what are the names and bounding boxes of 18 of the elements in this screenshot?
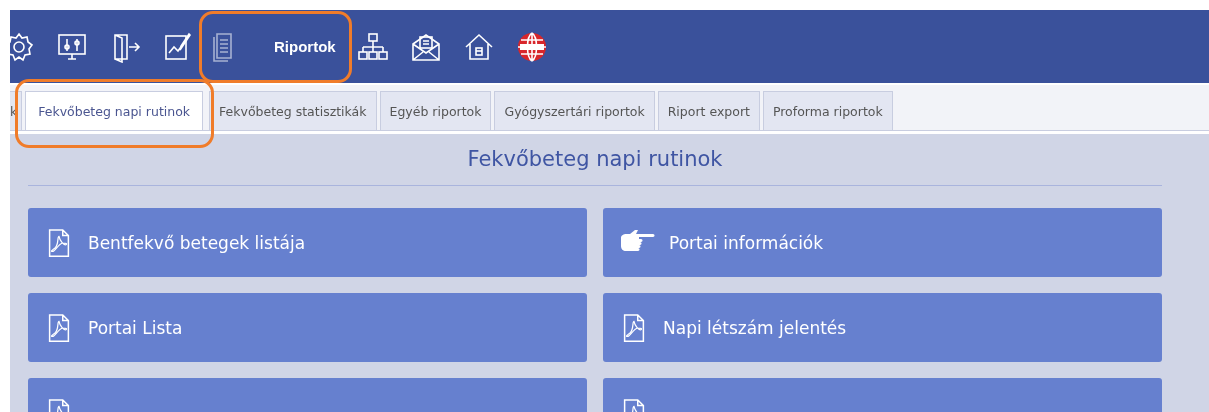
nav-item[interactable] xyxy=(356,30,389,63)
tab[interactable]: Egyéb riportok xyxy=(379,91,492,130)
chart-pencil-icon xyxy=(162,30,194,63)
report-button[interactable]: Portai információk xyxy=(603,208,1162,277)
nav-item[interactable] xyxy=(515,30,548,63)
nav-item[interactable] xyxy=(162,30,194,63)
reports-nav-item[interactable]: Riportok xyxy=(208,30,336,63)
sitemap-icon xyxy=(356,30,389,63)
panel-title: Fekvőbeteg napi rutinok xyxy=(466,146,724,173)
tab[interactable]: Fekvőbeteg statisztikák xyxy=(209,91,377,130)
tab[interactable]: Fekvőbeteg napi rutinok xyxy=(25,91,204,130)
tab[interactable]: Proforma riportok xyxy=(762,91,893,130)
tab[interactable]: Riport export xyxy=(657,91,760,130)
report-button[interactable]: Portai Lista xyxy=(28,293,587,362)
tab[interactable]: Gyógyszertári riportok xyxy=(494,91,655,130)
report-button[interactable]: Bentfekvő betegek listája xyxy=(28,208,587,277)
globe-icon xyxy=(515,30,548,63)
report-button[interactable]: Napi létszám jelentés xyxy=(603,293,1162,362)
